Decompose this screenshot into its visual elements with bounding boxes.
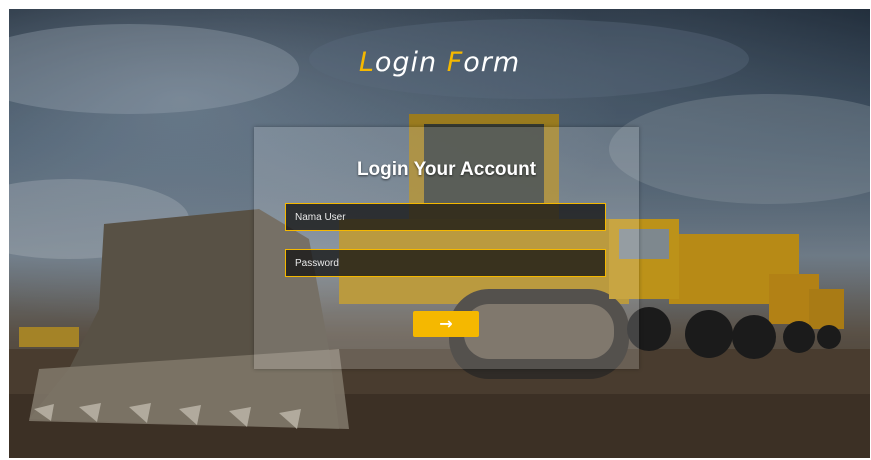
login-page: Login Form Login Your Account →	[9, 9, 870, 458]
username-input[interactable]	[285, 203, 606, 231]
login-heading: Login Your Account	[356, 159, 537, 180]
title-first-rest: ogin	[374, 47, 438, 78]
page-title: Login Form	[9, 47, 870, 78]
login-panel: Login Your Account →	[254, 127, 639, 369]
arrow-right-icon: →	[439, 314, 453, 333]
title-first-initial: L	[358, 47, 375, 78]
login-submit-button[interactable]: →	[413, 311, 479, 337]
title-second-rest: orm	[463, 47, 521, 78]
title-second-initial: F	[446, 47, 464, 78]
password-input[interactable]	[285, 249, 606, 277]
